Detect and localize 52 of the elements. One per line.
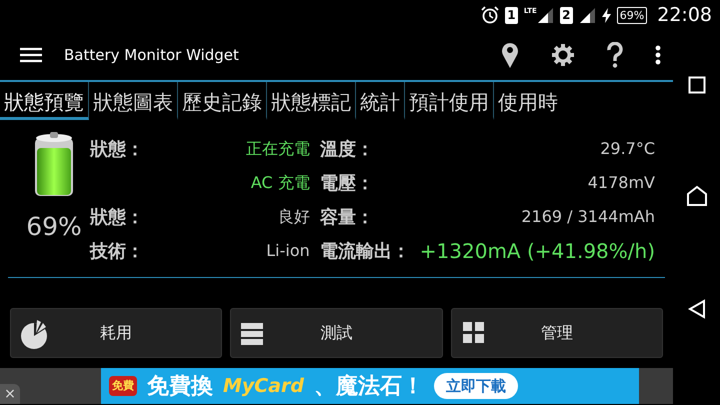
settings-icon[interactable] <box>551 43 575 67</box>
app-button[interactable]: 耗用 <box>10 308 222 358</box>
field-label: 狀態： <box>90 206 144 230</box>
sim-slot-label: 1 <box>504 6 518 24</box>
field-label: 電壓： <box>320 172 375 196</box>
tab[interactable]: 統計 <box>356 82 405 120</box>
battery-percent: 69% <box>616 6 648 24</box>
menu-icon[interactable] <box>20 47 42 63</box>
ad-brand: MyCard <box>223 374 304 399</box>
signal-icon <box>578 6 596 24</box>
field-label: 狀態： <box>90 138 144 162</box>
field-label: 技術： <box>90 240 144 264</box>
help-icon[interactable] <box>607 42 623 68</box>
recent-apps-icon[interactable] <box>688 76 706 94</box>
signal-icon <box>536 6 554 24</box>
field-value: Li-ion <box>266 240 310 262</box>
clock-time: 22:08 <box>657 2 712 28</box>
battery-icon <box>34 132 74 198</box>
field-value: 4178mV <box>588 172 655 194</box>
location-pin-icon[interactable] <box>501 42 519 68</box>
alarm-clock-icon <box>480 6 499 24</box>
field-value: 正在充電 <box>246 138 310 160</box>
field-value: 29.7°C <box>600 138 655 160</box>
close-button[interactable]: × <box>0 384 20 404</box>
ad-banner[interactable]: 免費 免費換 MyCard 、魔法石！ 立即下載 <box>101 368 639 404</box>
tab[interactable]: 預計使用 <box>405 82 494 120</box>
tab[interactable]: 狀態圖表 <box>89 82 178 120</box>
tab[interactable]: 狀態預覽 <box>0 82 89 120</box>
overflow-menu-icon[interactable] <box>655 45 661 65</box>
field-label: 容量： <box>320 206 375 230</box>
tab[interactable]: 使用時 <box>494 82 562 120</box>
pie-chart-icon <box>19 319 49 349</box>
field-label: 電流輸出： <box>320 240 410 264</box>
app-button[interactable]: 測試 <box>230 308 443 358</box>
field-value: +1320mA (+41.98%/h) <box>420 238 655 265</box>
field-value: AC 充電 <box>250 172 310 194</box>
ad-badge: 免費 <box>109 376 137 396</box>
tab[interactable]: 歷史記錄 <box>178 82 267 120</box>
sim-slot-label: 2 <box>560 6 573 24</box>
field-value: 2169 / 3144mAh <box>521 206 655 228</box>
ad-headline: 、魔法石！ <box>314 372 424 400</box>
back-icon[interactable] <box>688 299 706 320</box>
home-icon[interactable] <box>686 185 708 208</box>
download-button[interactable]: 立即下載 <box>434 372 518 400</box>
charging-bolt-icon <box>602 8 611 22</box>
tab[interactable]: 狀態標記 <box>267 82 356 120</box>
ad-headline: 免費換 <box>147 372 213 400</box>
field-value: 良好 <box>278 206 310 228</box>
field-label: 溫度： <box>320 138 375 162</box>
app-button[interactable]: 管理 <box>450 308 663 358</box>
app-title: Battery Monitor Widget <box>64 44 240 66</box>
battery-percent: 69% <box>26 211 82 243</box>
